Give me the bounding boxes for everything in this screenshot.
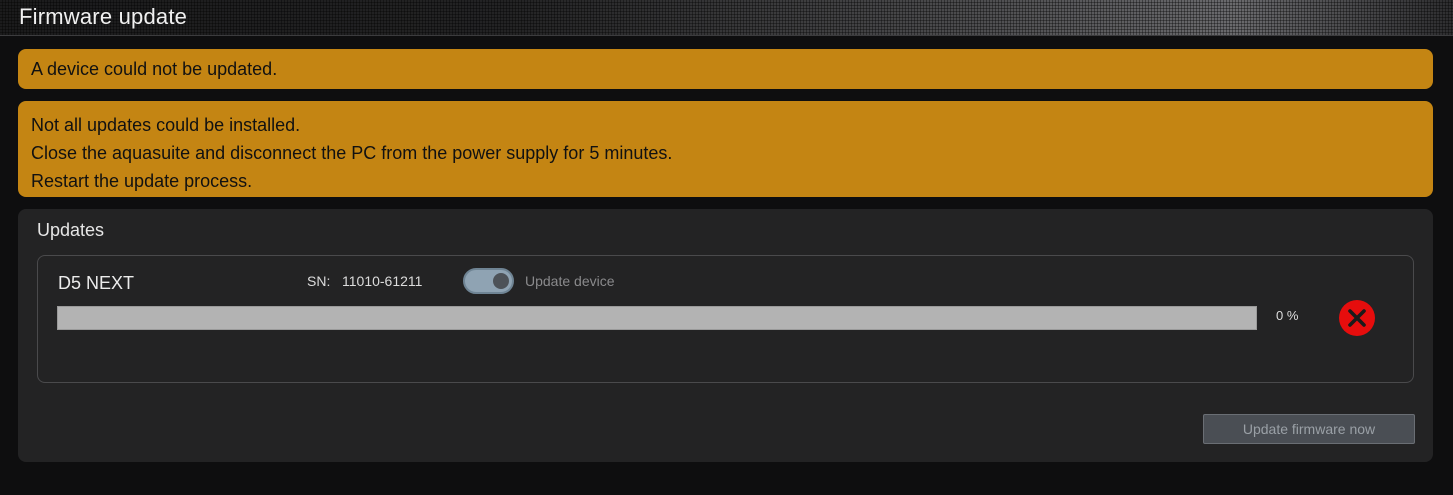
serial-number-value: 11010-61211 — [342, 273, 423, 289]
alert-line: Restart the update process. — [31, 171, 253, 191]
update-firmware-now-button[interactable]: Update firmware now — [1203, 414, 1415, 444]
title-bar: Firmware update — [0, 0, 1453, 36]
update-device-label: Update device — [525, 273, 615, 289]
update-progress-bar — [57, 306, 1257, 330]
device-card: D5 NEXT SN: 11010-61211 Update device 0 … — [37, 255, 1414, 383]
alert-text: A device could not be updated. — [31, 59, 278, 79]
window-title: Firmware update — [19, 4, 188, 29]
toggle-knob — [493, 273, 509, 289]
updates-panel: Updates D5 NEXT SN: 11010-61211 Update d… — [18, 209, 1433, 462]
update-device-toggle[interactable] — [463, 268, 514, 294]
device-name: D5 NEXT — [58, 273, 135, 293]
updates-section-title: Updates — [37, 220, 105, 240]
error-x-icon — [1339, 300, 1375, 336]
serial-number-label: SN: — [307, 273, 331, 289]
alert-line: Not all updates could be installed. — [31, 115, 301, 135]
alert-updates-incomplete: Not all updates could be installed. Clos… — [18, 101, 1433, 197]
alert-device-not-updated: A device could not be updated. — [18, 49, 1433, 89]
alert-line: Close the aquasuite and disconnect the P… — [31, 143, 673, 163]
progress-percent: 0 % — [1276, 308, 1299, 323]
